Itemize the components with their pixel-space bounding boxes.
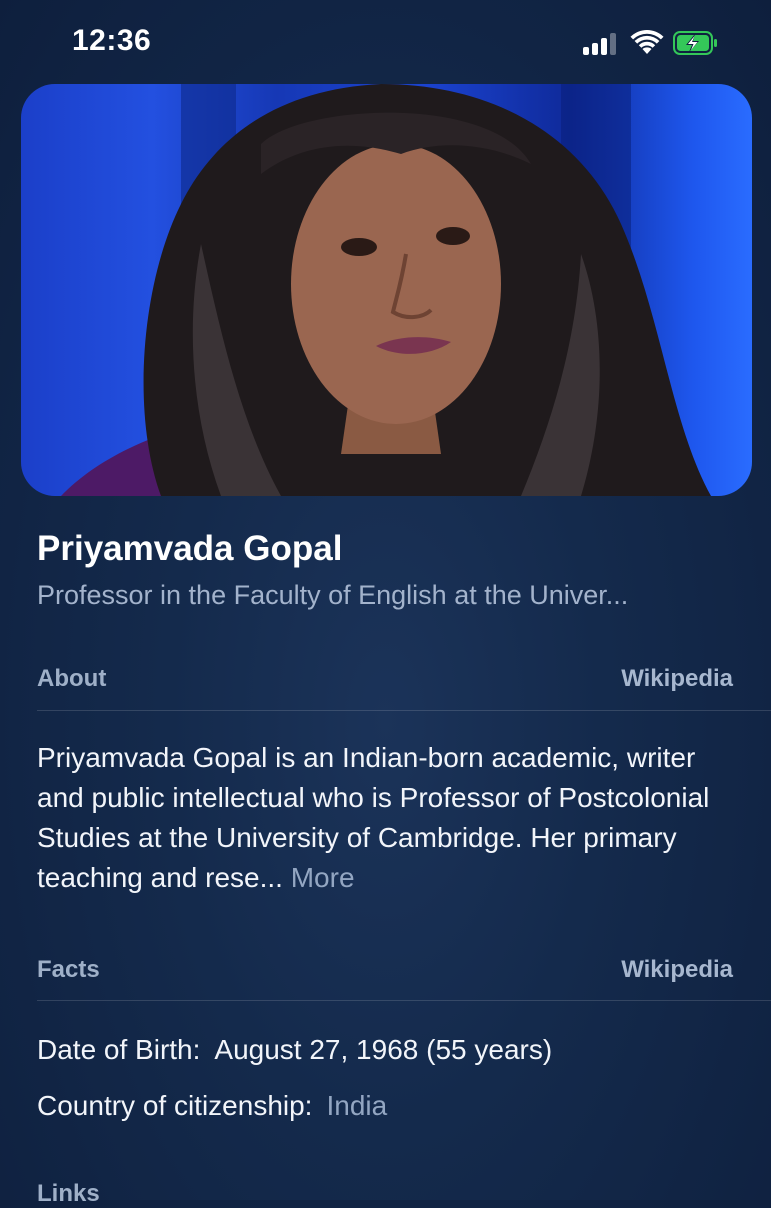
- facts-source-link[interactable]: Wikipedia: [621, 956, 733, 984]
- fact-row-citizenship: Country of citizenship: India: [37, 1090, 387, 1122]
- about-text: Priyamvada Gopal is an Indian-born acade…: [37, 738, 737, 898]
- fact-value: August 27, 1968 (55 years): [214, 1034, 553, 1065]
- about-source-link[interactable]: Wikipedia: [621, 665, 733, 693]
- links-label: Links: [37, 1180, 100, 1207]
- fact-key: Date of Birth:: [37, 1034, 201, 1065]
- wifi-icon: [630, 30, 664, 54]
- facts-label: Facts: [37, 956, 100, 983]
- status-time: 12:36: [72, 24, 152, 57]
- more-button[interactable]: More: [291, 862, 355, 893]
- facts-section-header: Facts Wikipedia: [37, 956, 733, 990]
- about-description: Priyamvada Gopal is an Indian-born acade…: [37, 742, 710, 893]
- facts-divider: [37, 1000, 771, 1001]
- about-section-header: About Wikipedia: [37, 665, 733, 699]
- about-divider: [37, 710, 771, 711]
- fact-row-birth: Date of Birth: August 27, 1968 (55 years): [37, 1034, 552, 1066]
- about-label: About: [37, 665, 107, 692]
- battery-charging-icon: [673, 31, 717, 55]
- person-name: Priyamvada Gopal: [37, 529, 343, 568]
- cellular-signal-icon: [583, 31, 619, 55]
- person-description[interactable]: Professor in the Faculty of English at t…: [37, 580, 628, 611]
- status-bar: 12:36: [0, 0, 771, 84]
- hero-portrait-image[interactable]: [21, 84, 752, 496]
- citizenship-link[interactable]: India: [326, 1090, 387, 1121]
- portrait-illustration: [61, 84, 712, 496]
- fact-key: Country of citizenship:: [37, 1090, 313, 1121]
